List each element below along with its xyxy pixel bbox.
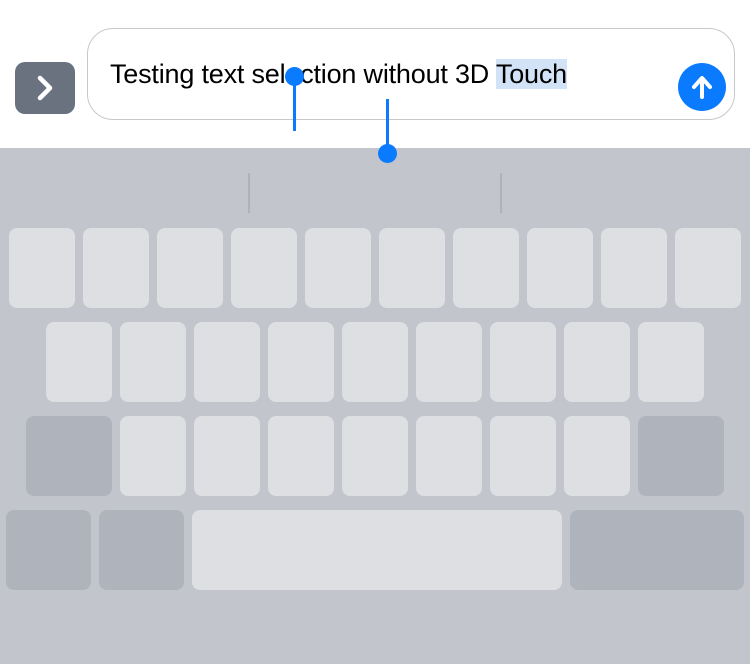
keyboard-row-4 bbox=[0, 510, 750, 590]
backspace-key[interactable] bbox=[638, 416, 724, 496]
keyboard bbox=[0, 148, 750, 664]
chevron-right-icon bbox=[37, 75, 53, 101]
message-text-input[interactable]: Testing text selection without 3D Touch bbox=[87, 28, 735, 120]
keyboard-key[interactable] bbox=[46, 322, 112, 402]
keyboard-key[interactable] bbox=[268, 322, 334, 402]
keyboard-key[interactable] bbox=[490, 322, 556, 402]
keyboard-key[interactable] bbox=[305, 228, 371, 308]
message-input-area: Testing text selection without 3D Touch bbox=[0, 0, 750, 148]
message-text-content: Testing text selection without 3D Touch bbox=[110, 55, 567, 93]
keyboard-key[interactable] bbox=[638, 322, 704, 402]
selection-start-caret[interactable] bbox=[293, 79, 296, 131]
keyboard-key[interactable] bbox=[379, 228, 445, 308]
keyboard-key[interactable] bbox=[120, 322, 186, 402]
keyboard-key[interactable] bbox=[675, 228, 741, 308]
keyboard-key[interactable] bbox=[453, 228, 519, 308]
suggestion-bar bbox=[0, 158, 750, 228]
keyboard-key[interactable] bbox=[601, 228, 667, 308]
keyboard-key[interactable] bbox=[231, 228, 297, 308]
shift-key[interactable] bbox=[26, 416, 112, 496]
selection-end-caret[interactable] bbox=[386, 99, 389, 151]
keyboard-key[interactable] bbox=[157, 228, 223, 308]
space-key[interactable] bbox=[192, 510, 562, 590]
expand-button[interactable] bbox=[15, 62, 75, 114]
keyboard-key[interactable] bbox=[564, 322, 630, 402]
keyboard-key[interactable] bbox=[194, 416, 260, 496]
keyboard-key[interactable] bbox=[268, 416, 334, 496]
keyboard-key[interactable] bbox=[342, 416, 408, 496]
suggestion-divider bbox=[500, 173, 502, 213]
keyboard-key[interactable] bbox=[83, 228, 149, 308]
keyboard-key[interactable] bbox=[490, 416, 556, 496]
keyboard-key[interactable] bbox=[416, 322, 482, 402]
keyboard-key[interactable] bbox=[9, 228, 75, 308]
keyboard-row-3 bbox=[0, 416, 750, 496]
keyboard-row-2 bbox=[0, 322, 750, 402]
emoji-key[interactable] bbox=[99, 510, 184, 590]
arrow-up-icon bbox=[691, 75, 713, 99]
selected-text: Touch bbox=[496, 59, 567, 89]
keyboard-key[interactable] bbox=[564, 416, 630, 496]
keyboard-key[interactable] bbox=[527, 228, 593, 308]
keyboard-row-1 bbox=[0, 228, 750, 308]
numbers-key[interactable] bbox=[6, 510, 91, 590]
suggestion-divider bbox=[248, 173, 250, 213]
keyboard-key[interactable] bbox=[120, 416, 186, 496]
return-key[interactable] bbox=[570, 510, 744, 590]
keyboard-key[interactable] bbox=[194, 322, 260, 402]
send-button[interactable] bbox=[678, 63, 726, 111]
keyboard-key[interactable] bbox=[342, 322, 408, 402]
keyboard-key[interactable] bbox=[416, 416, 482, 496]
